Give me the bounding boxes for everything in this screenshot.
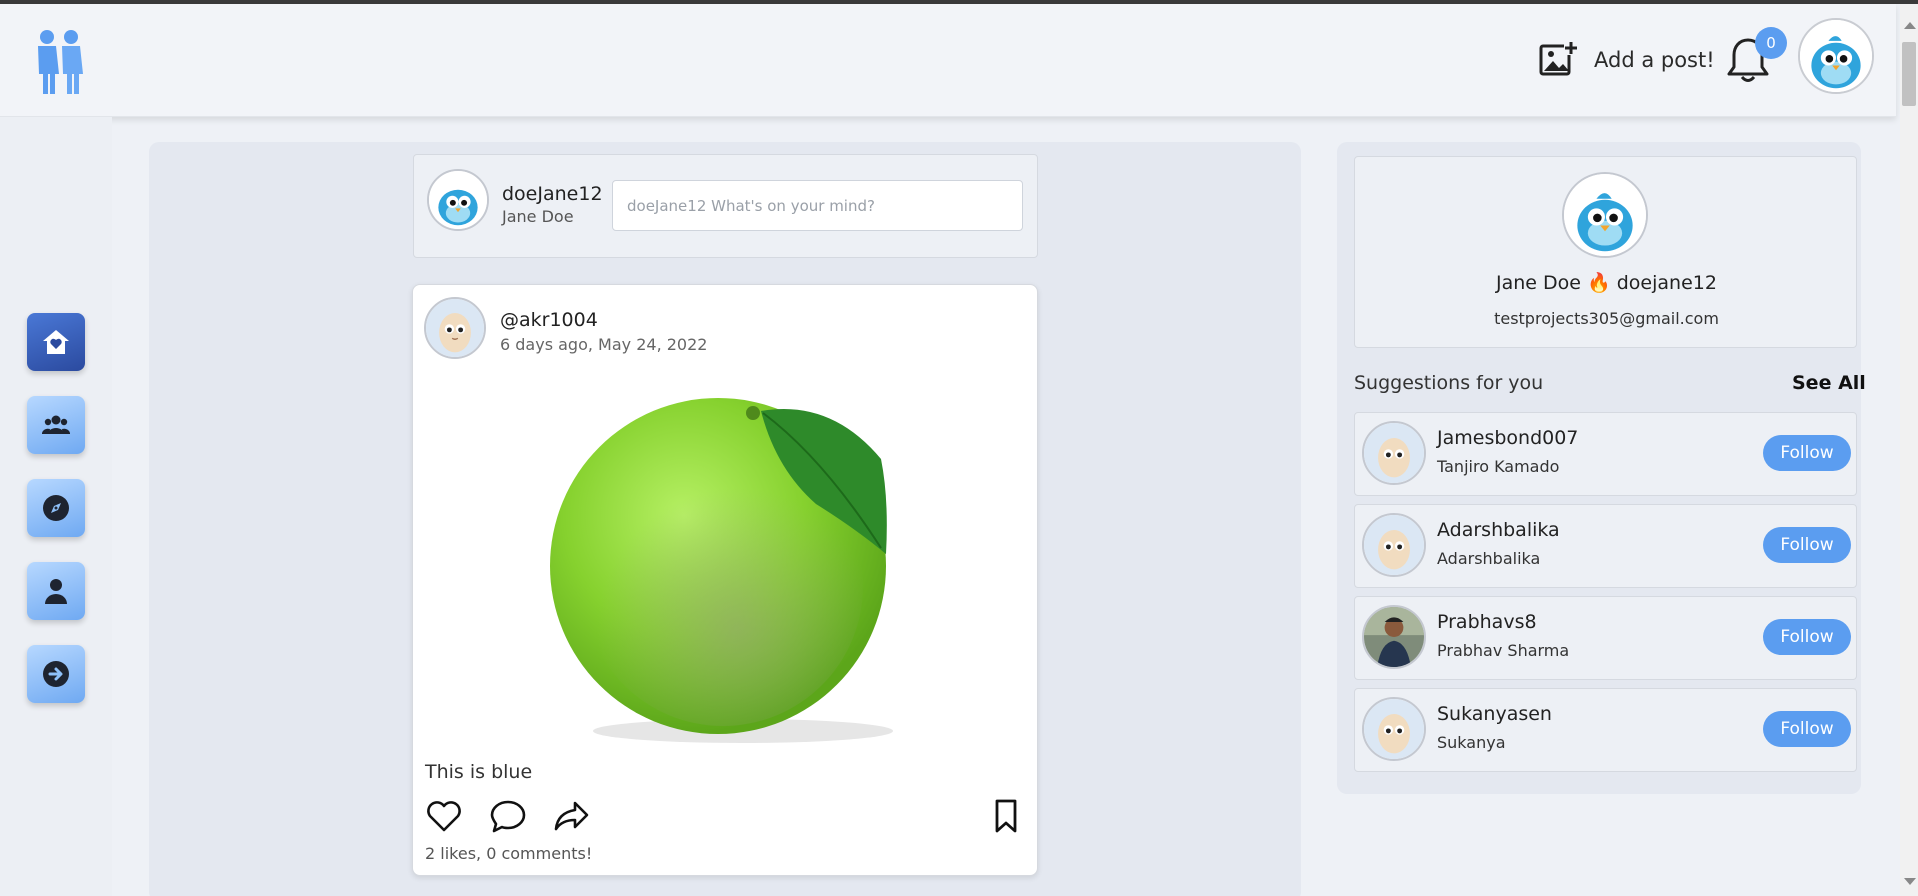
nav-profile-button[interactable]	[27, 562, 85, 620]
notification-count-badge: 0	[1755, 27, 1787, 59]
suggestion-item: Sukanyasen Sukanya Follow	[1354, 688, 1857, 772]
post-author-avatar[interactable]	[424, 297, 486, 359]
post-timestamp: 6 days ago, May 24, 2022	[500, 335, 708, 354]
follow-button[interactable]: Follow	[1763, 619, 1851, 655]
header-avatar[interactable]	[1798, 18, 1874, 94]
follow-button[interactable]: Follow	[1763, 527, 1851, 563]
nav-home-button[interactable]	[27, 313, 85, 371]
suggestion-fullname: Sukanya	[1437, 733, 1506, 752]
add-post-label: Add a post!	[1594, 48, 1715, 72]
share-icon[interactable]	[553, 797, 591, 835]
logo-people-icon[interactable]	[32, 28, 90, 96]
suggestion-fullname: Prabhav Sharma	[1437, 641, 1570, 660]
profile-email: testprojects305@gmail.com	[1494, 309, 1719, 328]
logout-icon	[43, 661, 69, 687]
composer-username: doeJane12	[502, 183, 603, 205]
follow-button[interactable]: Follow	[1763, 711, 1851, 747]
suggestion-username[interactable]: Adarshbalika	[1437, 519, 1560, 541]
suggestion-avatar[interactable]	[1362, 421, 1426, 485]
compass-icon	[43, 495, 69, 521]
follow-button[interactable]: Follow	[1763, 435, 1851, 471]
bookmark-icon[interactable]	[987, 797, 1025, 835]
suggestion-username[interactable]: Prabhavs8	[1437, 611, 1537, 633]
nav-explore-button[interactable]	[27, 479, 85, 537]
suggestion-item: Jamesbond007 Tanjiro Kamado Follow	[1354, 412, 1857, 496]
suggestion-item: Adarshbalika Adarshbalika Follow	[1354, 504, 1857, 588]
fire-icon: 🔥	[1587, 272, 1611, 294]
suggestions-title: Suggestions for you	[1354, 372, 1544, 394]
suggestion-fullname: Adarshbalika	[1437, 549, 1541, 568]
suggestion-avatar[interactable]	[1362, 513, 1426, 577]
see-all-link[interactable]: See All	[1792, 372, 1866, 394]
profile-username: doejane12	[1616, 272, 1717, 294]
suggestion-username[interactable]: Jamesbond007	[1437, 427, 1578, 449]
suggestion-username[interactable]: Sukanyasen	[1437, 703, 1552, 725]
post-image[interactable]	[413, 371, 1037, 747]
profile-name: Jane Doe	[1496, 272, 1581, 294]
users-icon	[41, 415, 71, 434]
suggestion-fullname: Tanjiro Kamado	[1437, 457, 1560, 476]
scroll-down-arrow-icon[interactable]	[1904, 878, 1916, 885]
nav-logout-button[interactable]	[27, 645, 85, 703]
profile-avatar[interactable]	[1562, 172, 1648, 258]
post-stats: 2 likes, 0 comments!	[425, 844, 593, 863]
composer-fullname: Jane Doe	[502, 207, 574, 226]
post-actions	[425, 797, 1025, 835]
post-author-username[interactable]: @akr1004	[500, 309, 598, 331]
suggestion-avatar[interactable]	[1362, 697, 1426, 761]
suggestion-item: Prabhavs8 Prabhav Sharma Follow	[1354, 596, 1857, 680]
suggestion-avatar[interactable]	[1362, 605, 1426, 669]
post-caption: This is blue	[425, 761, 533, 783]
scroll-up-arrow-icon[interactable]	[1904, 22, 1916, 29]
comment-icon[interactable]	[489, 797, 527, 835]
user-icon	[45, 579, 67, 604]
scrollbar-thumb[interactable]	[1902, 42, 1916, 106]
post-input[interactable]	[612, 180, 1023, 231]
profile-card: Jane Doe 🔥 doejane12 testprojects305@gma…	[1354, 156, 1857, 348]
post-composer: doeJane12 Jane Doe	[413, 154, 1038, 258]
nav-friends-button[interactable]	[27, 396, 85, 454]
composer-avatar	[427, 169, 489, 231]
post-card: @akr1004 6 days ago, May 24, 2022 This i…	[412, 284, 1038, 876]
add-image-icon	[1539, 41, 1578, 76]
page-scrollbar[interactable]	[1900, 4, 1918, 896]
profile-name-line: Jane Doe 🔥 doejane12	[1355, 271, 1858, 294]
add-post-button[interactable]: Add a post!	[1538, 40, 1715, 80]
home-heart-icon	[43, 330, 69, 354]
like-heart-icon[interactable]	[425, 797, 463, 835]
